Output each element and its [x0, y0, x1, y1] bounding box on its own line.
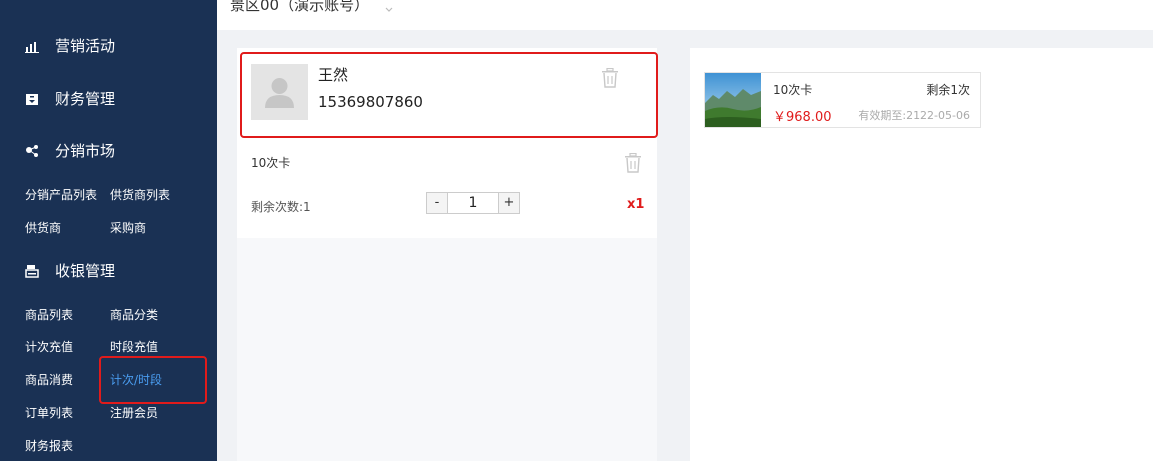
sidebar-section-label: 财务管理 — [55, 90, 116, 108]
share-nodes-icon — [25, 144, 39, 158]
sidebar-item-distribution-products[interactable]: 分销产品列表 — [25, 186, 97, 203]
product-thumbnail — [705, 73, 761, 127]
cart-item: 10次卡 剩余次数:1 - 1 + x1 — [237, 140, 657, 238]
sidebar-item-count-recharge[interactable]: 计次充值 — [25, 338, 73, 355]
cart-panel: 王然 15369807860 10次卡 剩余次数:1 - 1 + x1 — [237, 48, 658, 461]
sidebar-item-supplier[interactable]: 供货商 — [25, 219, 61, 236]
venue-selector[interactable]: 景区00（演示账号） — [230, 0, 369, 15]
sidebar-section-label: 收银管理 — [55, 262, 116, 280]
product-card[interactable]: 10次卡 剩余1次 ￥968.00 有效期至:2122-05-06 — [704, 72, 981, 128]
sidebar-item-period-recharge[interactable]: 时段充值 — [110, 338, 158, 355]
chevron-down-icon[interactable] — [384, 0, 394, 12]
sidebar-item-order-list[interactable]: 订单列表 — [25, 404, 73, 421]
highlight-frame — [99, 356, 207, 404]
wallet-icon — [25, 92, 39, 106]
product-panel: 10次卡 剩余1次 ￥968.00 有效期至:2122-05-06 — [690, 48, 1153, 461]
sidebar-item-supplier-list[interactable]: 供货商列表 — [110, 186, 170, 203]
quantity-input[interactable]: 1 — [448, 193, 498, 213]
sidebar: 营销活动 财务管理 分销市场 分销产品列表 供货商列表 供货商 采购商 收银管理… — [0, 0, 217, 461]
sidebar-section-label: 分销市场 — [55, 142, 116, 160]
bar-chart-icon — [25, 39, 39, 53]
sidebar-section-label: 营销活动 — [55, 37, 116, 55]
sidebar-section-finance[interactable]: 财务管理 — [25, 88, 115, 109]
trash-icon[interactable] — [624, 153, 642, 173]
quantity-stepper: - 1 + — [426, 192, 520, 214]
decrement-button[interactable]: - — [427, 193, 448, 213]
main-content: 王然 15369807860 10次卡 剩余次数:1 - 1 + x1 10次卡… — [217, 30, 1153, 461]
member-card[interactable]: 王然 15369807860 — [237, 48, 658, 140]
highlight-frame — [240, 52, 658, 138]
sidebar-item-register-member[interactable]: 注册会员 — [110, 404, 158, 421]
sidebar-item-product-category[interactable]: 商品分类 — [110, 306, 158, 323]
sidebar-section-distribution[interactable]: 分销市场 — [25, 140, 115, 161]
cash-register-icon — [25, 264, 39, 278]
increment-button[interactable]: + — [498, 193, 519, 213]
sidebar-section-marketing[interactable]: 营销活动 — [25, 35, 115, 56]
sidebar-item-purchaser[interactable]: 采购商 — [110, 219, 146, 236]
cart-item-title: 10次卡 — [251, 156, 291, 170]
header-bar: 景区00（演示账号） — [217, 0, 1153, 30]
sidebar-item-product-list[interactable]: 商品列表 — [25, 306, 73, 323]
sidebar-item-finance-report[interactable]: 财务报表 — [25, 437, 73, 454]
sidebar-section-cashier[interactable]: 收银管理 — [25, 260, 115, 281]
sidebar-item-product-consumption[interactable]: 商品消费 — [25, 371, 73, 388]
product-name: 10次卡 — [773, 83, 813, 97]
remaining-count-label: 剩余次数:1 — [251, 200, 311, 214]
product-remaining: 剩余1次 — [926, 83, 970, 97]
product-price: ￥968.00 — [773, 110, 832, 125]
quantity-multiplier: x1 — [627, 197, 645, 212]
product-expiry: 有效期至:2122-05-06 — [858, 109, 970, 122]
